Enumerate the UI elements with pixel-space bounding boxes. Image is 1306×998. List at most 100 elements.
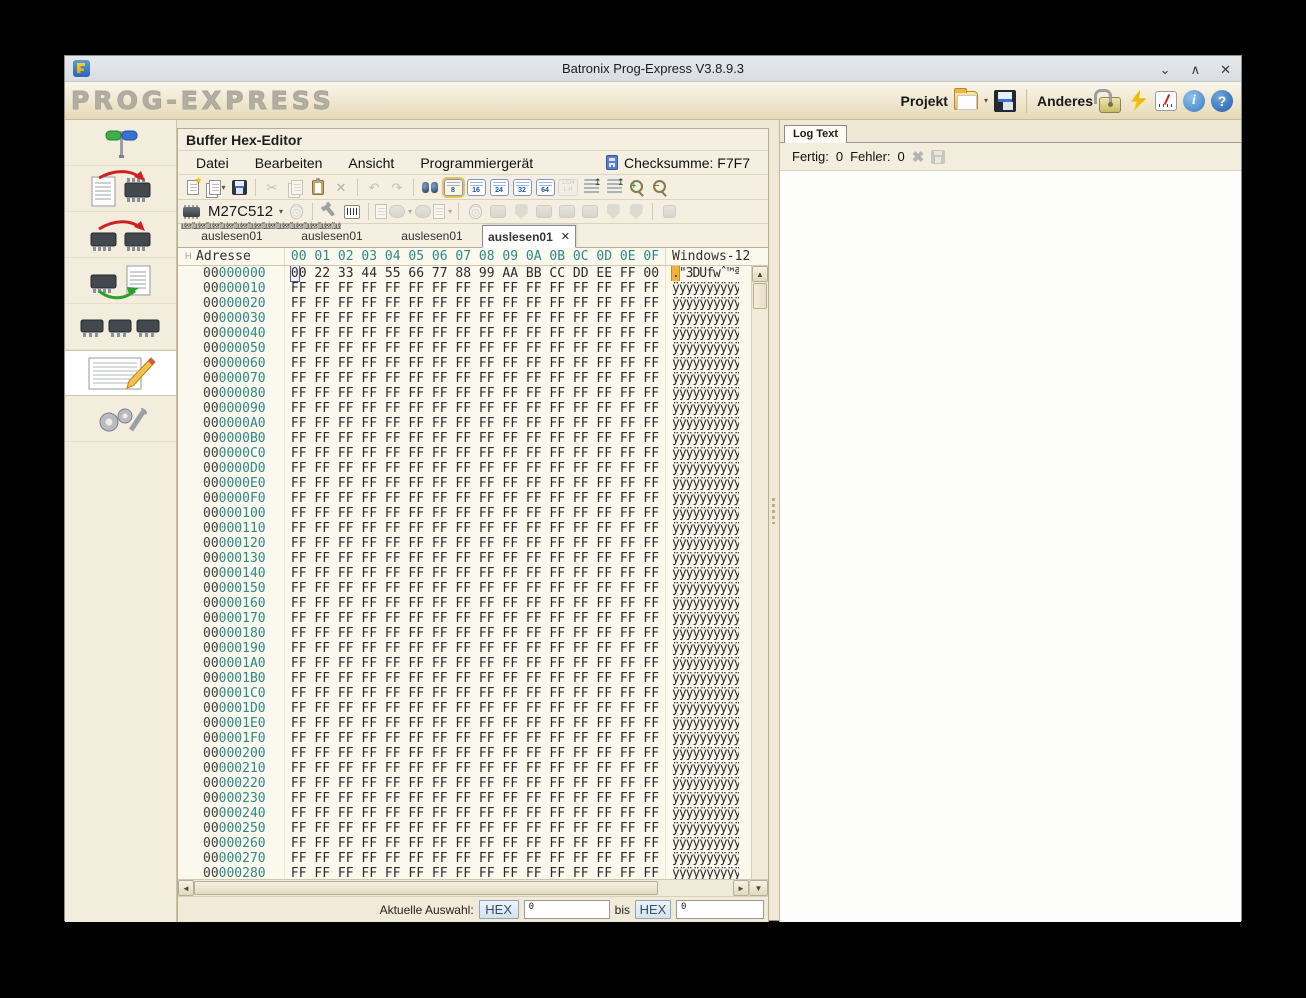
hex-byte[interactable]: FF xyxy=(405,641,429,656)
hex-byte[interactable]: FF xyxy=(499,431,523,446)
hex-byte[interactable]: FF xyxy=(522,731,546,746)
hex-byte[interactable]: FF xyxy=(546,431,570,446)
hex-byte[interactable]: FF xyxy=(640,806,664,821)
hex-byte[interactable]: FF xyxy=(522,626,546,641)
hex-byte[interactable]: FF xyxy=(640,596,664,611)
hex-byte[interactable]: FF xyxy=(640,866,664,879)
hex-byte[interactable]: FF xyxy=(452,581,476,596)
hex-byte[interactable]: FF xyxy=(381,596,405,611)
hex-byte[interactable]: FF xyxy=(428,581,452,596)
identify-chip-button[interactable] xyxy=(286,202,306,222)
hex-byte[interactable]: FF xyxy=(287,716,311,731)
hex-byte[interactable]: FF xyxy=(616,356,640,371)
hex-byte[interactable]: FF xyxy=(475,626,499,641)
hex-byte[interactable]: FF xyxy=(334,701,358,716)
hex-byte[interactable]: FF xyxy=(334,641,358,656)
hex-byte[interactable]: FF xyxy=(311,536,335,551)
hex-byte[interactable]: FF xyxy=(475,566,499,581)
hex-byte[interactable]: FF xyxy=(593,326,617,341)
hex-byte[interactable]: FF xyxy=(546,641,570,656)
hex-byte[interactable]: FF xyxy=(593,731,617,746)
ascii-text[interactable]: ÿÿÿÿÿÿÿÿÿÿÿÿÿÿÿÿ xyxy=(665,326,739,341)
hex-byte[interactable]: FF xyxy=(428,371,452,386)
hex-byte[interactable]: FF xyxy=(499,671,523,686)
hex-byte[interactable]: FF xyxy=(616,506,640,521)
hex-byte[interactable]: FF xyxy=(381,461,405,476)
hex-byte[interactable]: FF xyxy=(334,491,358,506)
hex-byte[interactable]: FF xyxy=(311,731,335,746)
hex-byte[interactable]: FF xyxy=(569,581,593,596)
hex-byte[interactable]: FF xyxy=(381,806,405,821)
hex-byte[interactable]: FF xyxy=(452,611,476,626)
hex-byte[interactable]: FF xyxy=(593,566,617,581)
hex-byte[interactable]: FF xyxy=(499,581,523,596)
hex-byte[interactable]: FF xyxy=(475,341,499,356)
hex-byte[interactable]: FF xyxy=(311,581,335,596)
hex-byte[interactable]: FF xyxy=(334,506,358,521)
hex-byte[interactable]: FF xyxy=(569,311,593,326)
hex-byte[interactable]: 99 xyxy=(475,266,499,281)
ascii-text[interactable]: ÿÿÿÿÿÿÿÿÿÿÿÿÿÿÿÿ xyxy=(665,836,739,851)
hex-byte[interactable]: FF xyxy=(616,581,640,596)
ascii-text[interactable]: ÿÿÿÿÿÿÿÿÿÿÿÿÿÿÿÿ xyxy=(665,461,739,476)
hex-byte[interactable]: FF xyxy=(616,431,640,446)
hex-byte[interactable]: FF xyxy=(546,776,570,791)
hex-byte[interactable]: FF xyxy=(452,701,476,716)
hex-byte[interactable]: FF xyxy=(311,506,335,521)
hex-byte[interactable]: FF xyxy=(287,731,311,746)
ascii-text[interactable]: ÿÿÿÿÿÿÿÿÿÿÿÿÿÿÿÿ xyxy=(665,746,739,761)
hex-byte[interactable]: FF xyxy=(616,371,640,386)
hex-byte[interactable]: FF xyxy=(546,851,570,866)
hex-byte[interactable]: FF xyxy=(569,506,593,521)
hex-byte[interactable]: FF xyxy=(475,326,499,341)
hex-byte[interactable]: FF xyxy=(358,611,382,626)
hex-byte[interactable]: FF xyxy=(616,626,640,641)
device-name[interactable]: M27C512 xyxy=(208,203,273,220)
hex-byte[interactable]: FF xyxy=(405,296,429,311)
hex-byte[interactable]: FF xyxy=(381,311,405,326)
hex-byte[interactable]: FF xyxy=(569,656,593,671)
hex-byte[interactable]: FF xyxy=(405,761,429,776)
paste-button[interactable] xyxy=(308,177,328,197)
hex-byte[interactable]: FF xyxy=(358,821,382,836)
hex-byte[interactable]: FF xyxy=(616,491,640,506)
hex-byte[interactable]: FF xyxy=(452,821,476,836)
hex-byte[interactable]: FF xyxy=(334,581,358,596)
hex-byte[interactable]: FF xyxy=(616,461,640,476)
hex-byte[interactable]: FF xyxy=(546,506,570,521)
selection-from-input[interactable]: 0 xyxy=(524,900,610,919)
vertical-scroll-thumb[interactable] xyxy=(753,283,767,309)
hex-byte[interactable]: FF xyxy=(452,866,476,879)
hex-byte[interactable]: FF xyxy=(311,281,335,296)
hex-byte[interactable]: FF xyxy=(499,281,523,296)
save-button[interactable] xyxy=(229,177,249,197)
hex-byte[interactable]: FF xyxy=(452,566,476,581)
hex-byte[interactable]: FF xyxy=(616,296,640,311)
hex-byte[interactable]: FF xyxy=(593,806,617,821)
ascii-text[interactable]: ÿÿÿÿÿÿÿÿÿÿÿÿÿÿÿÿ xyxy=(665,596,739,611)
hex-byte[interactable]: FF xyxy=(616,866,640,879)
hex-byte[interactable]: FF xyxy=(569,731,593,746)
minimize-button[interactable]: ⌄ xyxy=(1160,63,1171,76)
hex-byte[interactable]: FF xyxy=(334,866,358,879)
hex-byte[interactable]: 44 xyxy=(358,266,382,281)
hex-byte[interactable]: FF xyxy=(381,851,405,866)
hex-byte[interactable]: FF xyxy=(475,446,499,461)
hex-byte[interactable]: FF xyxy=(616,851,640,866)
hex-byte[interactable]: FF xyxy=(428,551,452,566)
hex-byte[interactable]: FF xyxy=(405,326,429,341)
sidebar-item-multi-chip[interactable] xyxy=(65,304,176,350)
insert-column-left-button[interactable] xyxy=(581,177,601,197)
hex-byte[interactable]: FF xyxy=(405,656,429,671)
hex-byte[interactable]: FF xyxy=(405,731,429,746)
hex-byte[interactable]: FF xyxy=(381,446,405,461)
hex-byte[interactable]: FF xyxy=(405,356,429,371)
hex-byte[interactable]: FF xyxy=(569,851,593,866)
hex-byte[interactable]: FF xyxy=(616,386,640,401)
hex-byte[interactable]: FF xyxy=(311,611,335,626)
hex-byte[interactable]: FF xyxy=(452,296,476,311)
hex-byte[interactable]: FF xyxy=(287,461,311,476)
hex-byte[interactable]: FF xyxy=(334,296,358,311)
hex-byte[interactable]: FF xyxy=(358,716,382,731)
hex-byte[interactable]: FF xyxy=(452,656,476,671)
